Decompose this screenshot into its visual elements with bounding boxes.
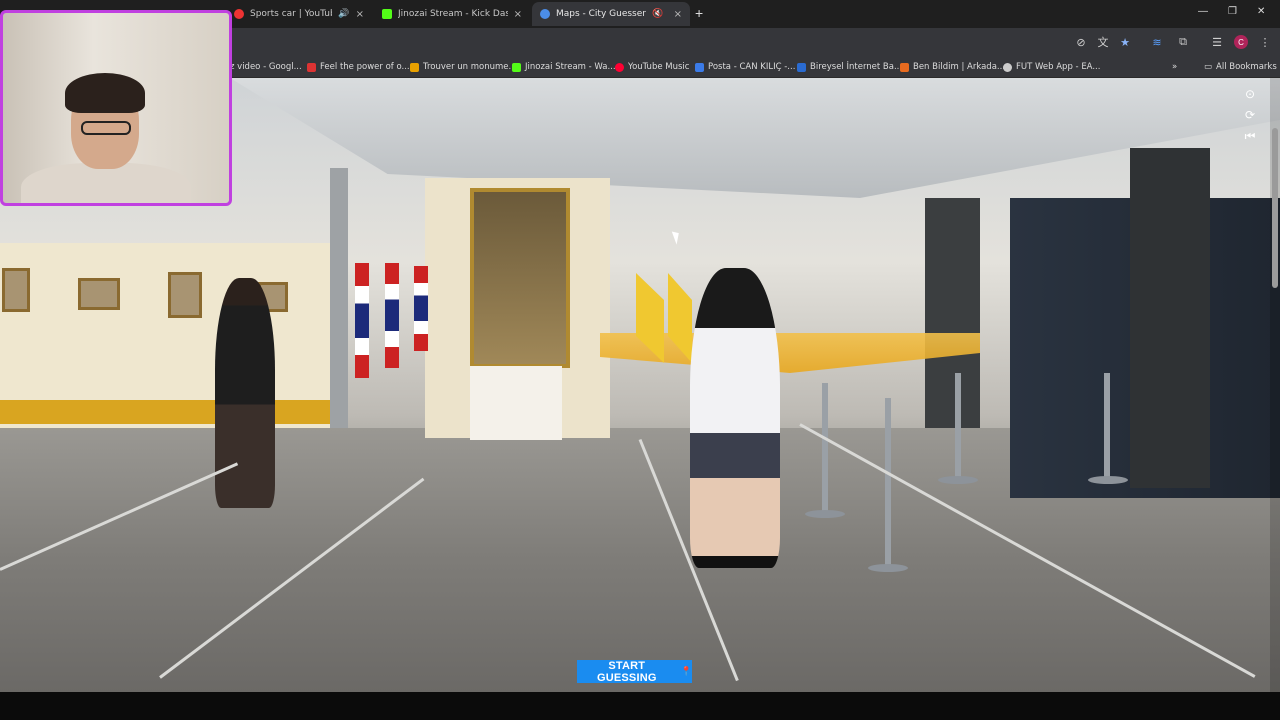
canopy-ceiling <box>230 78 1280 198</box>
tab-title: Sports car | YouTube Music <box>250 9 332 19</box>
bookmark-favicon-icon <box>307 62 316 72</box>
stanchion-post <box>1104 373 1110 478</box>
bookmark-item[interactable]: Ben Bildim | Arkada... <box>900 60 1005 74</box>
bookmark-favicon-icon <box>410 62 419 72</box>
bookmark-item[interactable]: YouTube Music <box>615 60 689 74</box>
bookmark-label: Jinozai Stream - Wa... <box>525 62 616 72</box>
bookmark-label: Feel the power of o... <box>320 62 410 72</box>
white-altar <box>470 366 562 440</box>
tab-title: Maps - City Guesser <box>556 9 646 19</box>
bookmark-item[interactable]: Trouver un monume... <box>410 60 517 74</box>
bookmark-item[interactable]: Feel the power of o... <box>307 60 410 74</box>
bookmark-favicon-icon <box>1003 62 1012 72</box>
scrollbar-thumb[interactable] <box>1272 128 1278 288</box>
compass-icon[interactable]: ⊙ <box>1242 86 1258 102</box>
bookmark-favicon-icon <box>615 62 624 72</box>
refresh-view-icon[interactable]: ⟳ <box>1242 107 1258 123</box>
bookmark-label: FUT Web App - EA... <box>1016 62 1101 72</box>
pillar <box>925 198 980 428</box>
thai-flag <box>355 263 369 378</box>
tab-title: Jinozai Stream - Kick Dashboard <box>398 9 508 19</box>
kick-favicon-icon <box>382 9 392 19</box>
stanchion-post <box>955 373 961 478</box>
stanchion-post <box>885 398 891 568</box>
minimize-icon[interactable]: — <box>1198 6 1208 17</box>
royal-portrait <box>470 188 570 368</box>
wall-picture <box>78 278 120 310</box>
restore-icon[interactable]: ❐ <box>1228 6 1237 17</box>
address-bar[interactable] <box>240 31 1140 53</box>
bookmark-favicon-icon <box>695 62 704 72</box>
bookmark-star-icon[interactable]: ★ <box>1118 35 1132 49</box>
profile-avatar[interactable]: C <box>1234 35 1248 49</box>
folder-icon: ▭ <box>1204 62 1213 72</box>
streamer-hoodie <box>21 163 191 203</box>
all-bookmarks-label: All Bookmarks <box>1216 62 1277 72</box>
bookmark-label: YouTube Music <box>628 62 690 72</box>
more-bookmarks-chevron-icon[interactable]: » <box>1172 60 1177 74</box>
stanchion-base <box>1088 476 1128 484</box>
bookmark-item[interactable]: Posta - CAN KILIÇ -... <box>695 60 795 74</box>
eye-off-icon[interactable]: ⊘ <box>1074 35 1088 49</box>
pillar <box>1130 148 1210 488</box>
youtube-music-favicon-icon <box>234 9 244 19</box>
thai-flag <box>385 263 399 368</box>
pedestrian-student <box>690 268 780 568</box>
bookmark-item[interactable]: Jinozai Stream - Wa... <box>512 60 616 74</box>
stanchion-base <box>805 510 845 518</box>
globe-favicon-icon <box>540 9 550 19</box>
tab-youtube-music[interactable]: Sports car | YouTube Music 🔊 × <box>226 2 372 26</box>
pillar <box>330 168 348 428</box>
start-guessing-button[interactable]: START GUESSING 📍 <box>577 659 692 684</box>
kebab-menu-icon[interactable]: ⋮ <box>1258 35 1272 49</box>
browser-window: Sports car | YouTube Music 🔊 × Jinozai S… <box>0 0 1280 692</box>
window-close-icon[interactable]: ✕ <box>1257 6 1265 17</box>
tab-city-guesser[interactable]: Maps - City Guesser 🔇 × <box>532 2 690 26</box>
close-tab-icon[interactable]: × <box>674 9 682 20</box>
close-tab-icon[interactable]: × <box>514 9 522 20</box>
new-tab-icon[interactable]: + <box>695 5 703 21</box>
bookmark-item[interactable]: Bireysel İnternet Ba... <box>797 60 902 74</box>
bookmark-label: Trouver un monume... <box>423 62 517 72</box>
mute-icon[interactable]: 🔇 <box>652 9 663 19</box>
wall-picture <box>2 268 30 312</box>
start-guessing-label: START GUESSING <box>596 659 657 684</box>
bookmark-label: z video - Googl... <box>230 62 302 72</box>
bookmark-item[interactable]: FUT Web App - EA... <box>1003 60 1100 74</box>
extension-wave-icon[interactable]: ≋ <box>1150 35 1164 49</box>
bookmark-label: Bireysel İnternet Ba... <box>810 62 903 72</box>
translate-icon[interactable]: 文 <box>1096 35 1110 49</box>
media-queue-icon[interactable]: ☰ <box>1210 35 1224 49</box>
thai-flag <box>414 266 428 351</box>
stanchion-post <box>822 383 828 513</box>
bookmark-favicon-icon <box>512 62 521 72</box>
bookmark-label: Ben Bildim | Arkada... <box>913 62 1006 72</box>
return-to-start-icon[interactable]: ⏮ <box>1242 128 1258 144</box>
close-tab-icon[interactable]: × <box>356 9 364 20</box>
bookmark-favicon-icon <box>900 62 909 72</box>
bookmark-label: Posta - CAN KILIÇ -... <box>708 62 796 72</box>
map-pin-icon: 📍 <box>680 666 692 676</box>
pedestrian-woman <box>215 278 275 508</box>
page-footer-bar <box>0 692 1280 720</box>
speaker-icon[interactable]: 🔊 <box>338 9 349 19</box>
bookmark-item[interactable]: z video - Googl... <box>230 60 302 74</box>
all-bookmarks-button[interactable]: ▭ All Bookmarks <box>1204 60 1277 74</box>
webcam-overlay <box>0 10 232 206</box>
extensions-puzzle-icon[interactable]: ⧉ <box>1176 35 1190 49</box>
stanchion-base <box>868 564 908 572</box>
wall-picture <box>168 272 202 318</box>
streamer-hair <box>65 73 145 113</box>
yellow-wall-stripe <box>0 400 330 424</box>
tab-kick-dashboard[interactable]: Jinozai Stream - Kick Dashboard × <box>374 2 530 26</box>
bookmark-favicon-icon <box>797 62 806 72</box>
glasses-icon <box>81 121 131 135</box>
stanchion-base <box>938 476 978 484</box>
